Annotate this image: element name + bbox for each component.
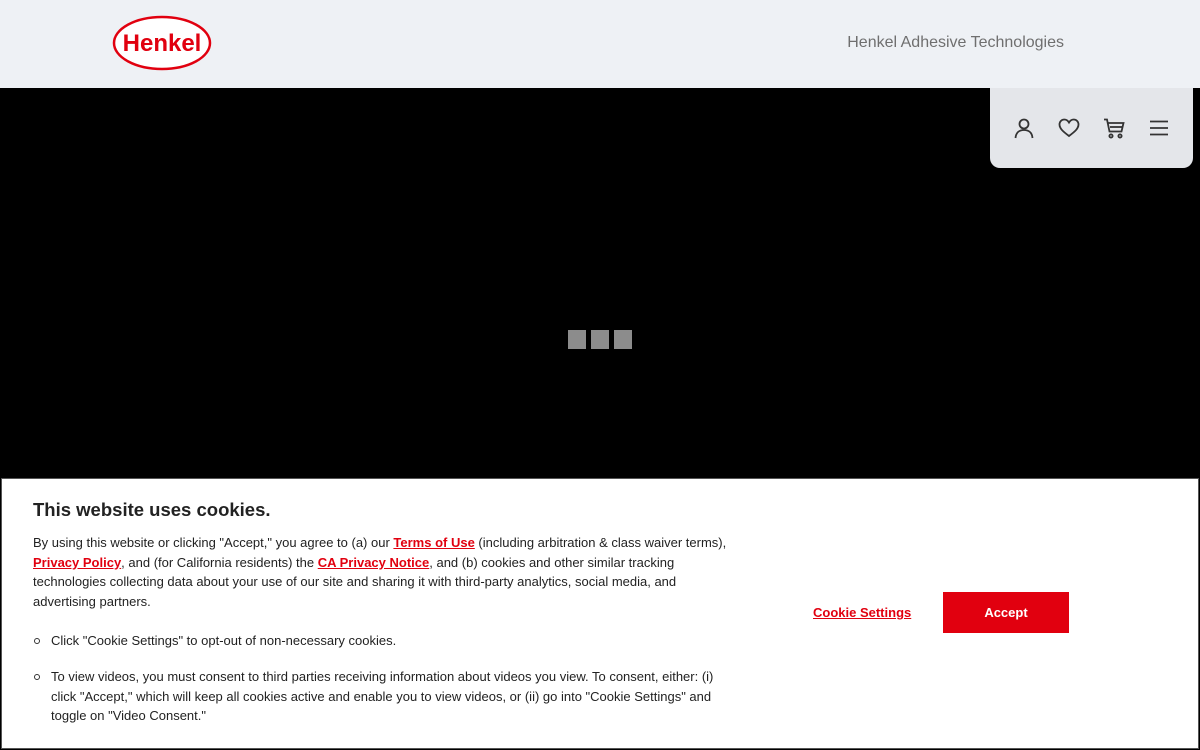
- terms-of-use-link[interactable]: Terms of Use: [393, 535, 474, 550]
- loading-dot: [568, 330, 586, 349]
- cart-icon: [1103, 118, 1125, 139]
- cookie-settings-button[interactable]: Cookie Settings: [813, 605, 911, 620]
- cookie-bullet-videos: To view videos, you must consent to thir…: [33, 667, 733, 726]
- heart-icon: [1058, 118, 1080, 138]
- cookie-text-part: , and (for California residents) the: [121, 554, 318, 570]
- henkel-logo-icon: Henkel: [112, 15, 212, 71]
- privacy-policy-link[interactable]: Privacy Policy: [33, 555, 121, 570]
- site-header: Henkel Henkel Adhesive Technologies: [0, 0, 1200, 88]
- cart-button[interactable]: [1096, 110, 1132, 146]
- cookie-bullet-opt-out: Click "Cookie Settings" to opt-out of no…: [33, 631, 733, 651]
- wishlist-button[interactable]: [1051, 110, 1087, 146]
- ca-privacy-notice-link[interactable]: CA Privacy Notice: [318, 555, 430, 570]
- user-icon: [1014, 118, 1034, 139]
- loading-indicator: [568, 330, 632, 349]
- loading-dot: [614, 330, 632, 349]
- accept-button[interactable]: Accept: [943, 592, 1069, 633]
- cookie-bullets: Click "Cookie Settings" to opt-out of no…: [33, 631, 733, 725]
- cookie-title: This website uses cookies.: [33, 499, 271, 520]
- henkel-logo[interactable]: Henkel: [112, 15, 212, 71]
- cookie-text-part: (including arbitration & class waiver te…: [474, 535, 727, 550]
- site-title: Henkel Adhesive Technologies: [847, 34, 1064, 51]
- cookie-description: By using this website or clicking "Accep…: [33, 533, 733, 611]
- menu-icon: [1149, 120, 1168, 136]
- logo-text: Henkel: [123, 30, 202, 57]
- cookie-text-part: By using this website or clicking "Accep…: [33, 535, 394, 550]
- cookie-body: By using this website or clicking "Accep…: [33, 533, 733, 742]
- account-button[interactable]: [1006, 110, 1042, 146]
- utility-toolbar: [990, 88, 1193, 168]
- menu-button[interactable]: [1141, 110, 1177, 146]
- cookie-banner: This website uses cookies. By using this…: [1, 478, 1199, 749]
- loading-dot: [591, 330, 609, 349]
